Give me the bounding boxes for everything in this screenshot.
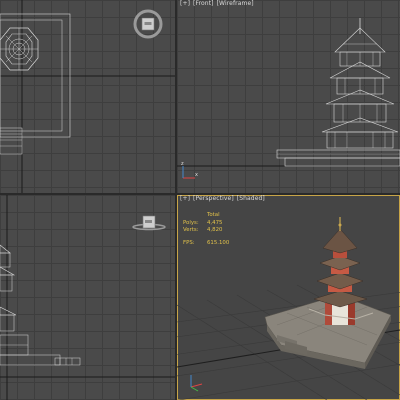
viewport-top[interactable] xyxy=(0,0,175,193)
stats-fps-value: 615.100 xyxy=(207,239,230,246)
svg-text:z: z xyxy=(181,161,184,167)
viewport-label-perspective[interactable]: [+] [Perspective] [Shaded] xyxy=(180,195,266,202)
front-view-wireframe xyxy=(177,18,400,167)
stats-polys-label: Polys: xyxy=(183,219,199,226)
viewport-view-label[interactable]: [Perspective] xyxy=(193,195,234,202)
stats-total-label: Total xyxy=(207,212,220,218)
svg-text:x: x xyxy=(195,172,198,178)
stats-fps-label: FPS: xyxy=(183,239,195,246)
viewport-front[interactable]: [+] [Front] [Wireframe] x z xyxy=(177,0,400,193)
statistics-overlay: Total Polys: 4,475 Verts: 4,820 FPS: 615… xyxy=(183,212,229,247)
viewport-perspective[interactable]: [+] [Perspective] [Shaded] Total Polys: … xyxy=(177,195,400,400)
viewport-menu-button[interactable]: [+] xyxy=(180,195,190,202)
viewport-left[interactable] xyxy=(0,195,175,400)
stats-verts-value: 4,820 xyxy=(207,227,223,234)
viewport-shading-label[interactable]: [Shaded] xyxy=(237,195,265,202)
stats-verts-label: Verts: xyxy=(183,227,199,234)
stats-polys-value: 4,475 xyxy=(207,219,223,226)
